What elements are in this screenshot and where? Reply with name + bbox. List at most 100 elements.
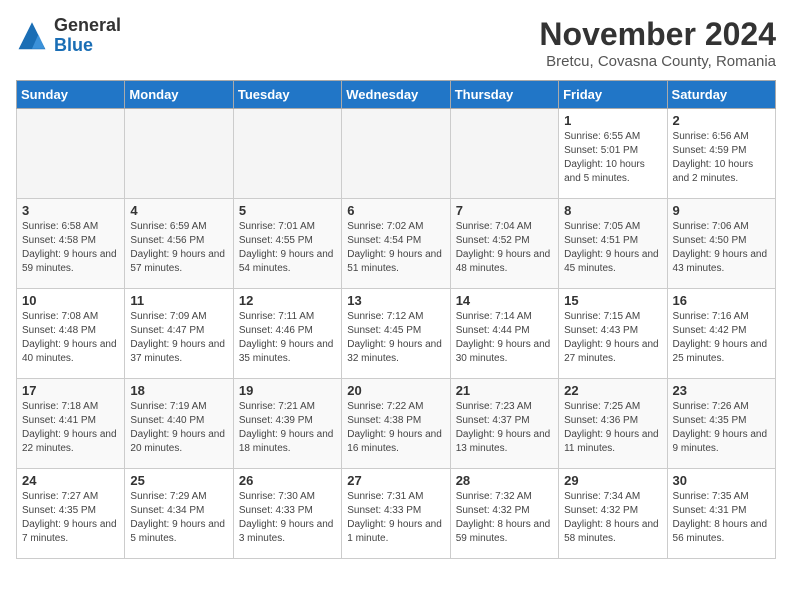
calendar-cell: 18Sunrise: 7:19 AM Sunset: 4:40 PM Dayli… bbox=[125, 379, 233, 469]
calendar-cell: 4Sunrise: 6:59 AM Sunset: 4:56 PM Daylig… bbox=[125, 199, 233, 289]
calendar-cell: 19 Sunrise: 7:21 AM Sunset: 4:39 PM Dayli… bbox=[233, 379, 341, 469]
calendar-week-1: 1 Sunrise: 6:55 AM Sunset: 5:01 PM Daylig… bbox=[17, 109, 776, 199]
calendar-table: SundayMondayTuesdayWednesdayThursdayFrid… bbox=[16, 80, 776, 559]
calendar-cell: 16 Sunrise: 7:16 AM Sunset: 4:42 PM Dayli… bbox=[667, 289, 775, 379]
calendar-cell: 9 Sunrise: 7:06 AM Sunset: 4:50 PM Daylig… bbox=[667, 199, 775, 289]
day-info: Sunrise: 7:08 AM Sunset: 4:48 PM Dayligh… bbox=[22, 310, 119, 366]
day-info: Sunrise: 7:14 AM Sunset: 4:44 PM Dayligh… bbox=[456, 310, 553, 366]
day-info: Sunrise: 7:06 AM Sunset: 4:50 PM Dayligh… bbox=[673, 220, 770, 276]
day-info: Sunrise: 7:29 AM Sunset: 4:34 PM Dayligh… bbox=[130, 490, 227, 546]
logo-blue-text: Blue bbox=[54, 36, 121, 56]
calendar-cell bbox=[125, 109, 233, 199]
day-info: Sunrise: 7:12 AM Sunset: 4:45 PM Dayligh… bbox=[347, 310, 444, 366]
day-info: Sunrise: 7:05 AM Sunset: 4:51 PM Dayligh… bbox=[564, 220, 661, 276]
calendar-cell bbox=[17, 109, 125, 199]
day-info: Sunrise: 6:58 AM Sunset: 4:58 PM Dayligh… bbox=[22, 220, 119, 276]
day-number: 1 bbox=[564, 113, 661, 128]
day-info: Sunrise: 7:22 AM Sunset: 4:38 PM Dayligh… bbox=[347, 400, 444, 456]
calendar-cell: 27 Sunrise: 7:31 AM Sunset: 4:33 PM Dayli… bbox=[342, 469, 450, 559]
day-info: Sunrise: 7:02 AM Sunset: 4:54 PM Dayligh… bbox=[347, 220, 444, 276]
weekday-header-friday: Friday bbox=[559, 81, 667, 109]
calendar-cell: 21 Sunrise: 7:23 AM Sunset: 4:37 PM Dayli… bbox=[450, 379, 558, 469]
calendar-cell: 17Sunrise: 7:18 AM Sunset: 4:41 PM Dayli… bbox=[17, 379, 125, 469]
logo-general-text: General bbox=[54, 16, 121, 36]
calendar-cell: 28 Sunrise: 7:32 AM Sunset: 4:32 PM Dayli… bbox=[450, 469, 558, 559]
day-number: 26 bbox=[239, 473, 336, 488]
day-info: Sunrise: 6:59 AM Sunset: 4:56 PM Dayligh… bbox=[130, 220, 227, 276]
calendar-week-3: 10 Sunrise: 7:08 AM Sunset: 4:48 PM Dayli… bbox=[17, 289, 776, 379]
calendar-cell: 3 Sunrise: 6:58 AM Sunset: 4:58 PM Daylig… bbox=[17, 199, 125, 289]
day-number: 3 bbox=[22, 203, 119, 218]
logo: General Blue bbox=[16, 16, 121, 56]
calendar-cell: 8 Sunrise: 7:05 AM Sunset: 4:51 PM Daylig… bbox=[559, 199, 667, 289]
logo-text: General Blue bbox=[54, 16, 121, 56]
day-info: Sunrise: 7:30 AM Sunset: 4:33 PM Dayligh… bbox=[239, 490, 336, 546]
day-info: Sunrise: 7:32 AM Sunset: 4:32 PM Dayligh… bbox=[456, 490, 553, 546]
calendar-cell bbox=[450, 109, 558, 199]
calendar-week-2: 3 Sunrise: 6:58 AM Sunset: 4:58 PM Daylig… bbox=[17, 199, 776, 289]
day-info: Sunrise: 7:27 AM Sunset: 4:35 PM Dayligh… bbox=[22, 490, 119, 546]
day-info: Sunrise: 7:15 AM Sunset: 4:43 PM Dayligh… bbox=[564, 310, 661, 366]
calendar-cell: 22 Sunrise: 7:25 AM Sunset: 4:36 PM Dayli… bbox=[559, 379, 667, 469]
calendar-cell: 10 Sunrise: 7:08 AM Sunset: 4:48 PM Dayli… bbox=[17, 289, 125, 379]
day-info: Sunrise: 7:16 AM Sunset: 4:42 PM Dayligh… bbox=[673, 310, 770, 366]
day-number: 8 bbox=[564, 203, 661, 218]
day-number: 20 bbox=[347, 383, 444, 398]
calendar-cell: 12Sunrise: 7:11 AM Sunset: 4:46 PM Dayli… bbox=[233, 289, 341, 379]
day-info: Sunrise: 7:23 AM Sunset: 4:37 PM Dayligh… bbox=[456, 400, 553, 456]
weekday-header-wednesday: Wednesday bbox=[342, 81, 450, 109]
day-number: 5 bbox=[239, 203, 336, 218]
calendar-cell: 13 Sunrise: 7:12 AM Sunset: 4:45 PM Dayli… bbox=[342, 289, 450, 379]
month-title: November 2024 bbox=[539, 16, 776, 53]
day-number: 21 bbox=[456, 383, 553, 398]
day-number: 22 bbox=[564, 383, 661, 398]
logo-icon bbox=[16, 20, 48, 52]
day-number: 2 bbox=[673, 113, 770, 128]
day-info: Sunrise: 7:25 AM Sunset: 4:36 PM Dayligh… bbox=[564, 400, 661, 456]
page-header: General Blue November 2024 Bretcu, Covas… bbox=[16, 16, 776, 70]
day-info: Sunrise: 7:09 AM Sunset: 4:47 PM Dayligh… bbox=[130, 310, 227, 366]
day-number: 13 bbox=[347, 293, 444, 308]
day-info: Sunrise: 7:34 AM Sunset: 4:32 PM Dayligh… bbox=[564, 490, 661, 546]
location-title: Bretcu, Covasna County, Romania bbox=[539, 53, 776, 70]
day-number: 29 bbox=[564, 473, 661, 488]
weekday-header-sunday: Sunday bbox=[17, 81, 125, 109]
calendar-cell: 14 Sunrise: 7:14 AM Sunset: 4:44 PM Dayli… bbox=[450, 289, 558, 379]
calendar-cell: 6 Sunrise: 7:02 AM Sunset: 4:54 PM Daylig… bbox=[342, 199, 450, 289]
calendar-cell: 23 Sunrise: 7:26 AM Sunset: 4:35 PM Dayli… bbox=[667, 379, 775, 469]
day-info: Sunrise: 7:04 AM Sunset: 4:52 PM Dayligh… bbox=[456, 220, 553, 276]
day-number: 6 bbox=[347, 203, 444, 218]
weekday-header-row: SundayMondayTuesdayWednesdayThursdayFrid… bbox=[17, 81, 776, 109]
day-number: 7 bbox=[456, 203, 553, 218]
day-number: 24 bbox=[22, 473, 119, 488]
calendar-cell: 25Sunrise: 7:29 AM Sunset: 4:34 PM Dayli… bbox=[125, 469, 233, 559]
day-info: Sunrise: 7:35 AM Sunset: 4:31 PM Dayligh… bbox=[673, 490, 770, 546]
calendar-cell: 26 Sunrise: 7:30 AM Sunset: 4:33 PM Dayli… bbox=[233, 469, 341, 559]
day-number: 28 bbox=[456, 473, 553, 488]
calendar-cell: 24 Sunrise: 7:27 AM Sunset: 4:35 PM Dayli… bbox=[17, 469, 125, 559]
calendar-week-5: 24 Sunrise: 7:27 AM Sunset: 4:35 PM Dayli… bbox=[17, 469, 776, 559]
day-number: 23 bbox=[673, 383, 770, 398]
calendar-cell: 29 Sunrise: 7:34 AM Sunset: 4:32 PM Dayli… bbox=[559, 469, 667, 559]
day-number: 19 bbox=[239, 383, 336, 398]
weekday-header-tuesday: Tuesday bbox=[233, 81, 341, 109]
day-number: 27 bbox=[347, 473, 444, 488]
day-info: Sunrise: 7:31 AM Sunset: 4:33 PM Dayligh… bbox=[347, 490, 444, 546]
weekday-header-saturday: Saturday bbox=[667, 81, 775, 109]
day-info: Sunrise: 6:55 AM Sunset: 5:01 PM Dayligh… bbox=[564, 130, 661, 186]
day-info: Sunrise: 7:01 AM Sunset: 4:55 PM Dayligh… bbox=[239, 220, 336, 276]
day-number: 14 bbox=[456, 293, 553, 308]
day-info: Sunrise: 7:26 AM Sunset: 4:35 PM Dayligh… bbox=[673, 400, 770, 456]
calendar-cell: 5 Sunrise: 7:01 AM Sunset: 4:55 PM Daylig… bbox=[233, 199, 341, 289]
day-info: Sunrise: 7:19 AM Sunset: 4:40 PM Dayligh… bbox=[130, 400, 227, 456]
day-number: 16 bbox=[673, 293, 770, 308]
day-number: 10 bbox=[22, 293, 119, 308]
day-number: 15 bbox=[564, 293, 661, 308]
calendar-cell: 7 Sunrise: 7:04 AM Sunset: 4:52 PM Daylig… bbox=[450, 199, 558, 289]
day-info: Sunrise: 7:21 AM Sunset: 4:39 PM Dayligh… bbox=[239, 400, 336, 456]
day-number: 12 bbox=[239, 293, 336, 308]
calendar-cell bbox=[342, 109, 450, 199]
calendar-cell bbox=[233, 109, 341, 199]
day-number: 30 bbox=[673, 473, 770, 488]
day-number: 9 bbox=[673, 203, 770, 218]
